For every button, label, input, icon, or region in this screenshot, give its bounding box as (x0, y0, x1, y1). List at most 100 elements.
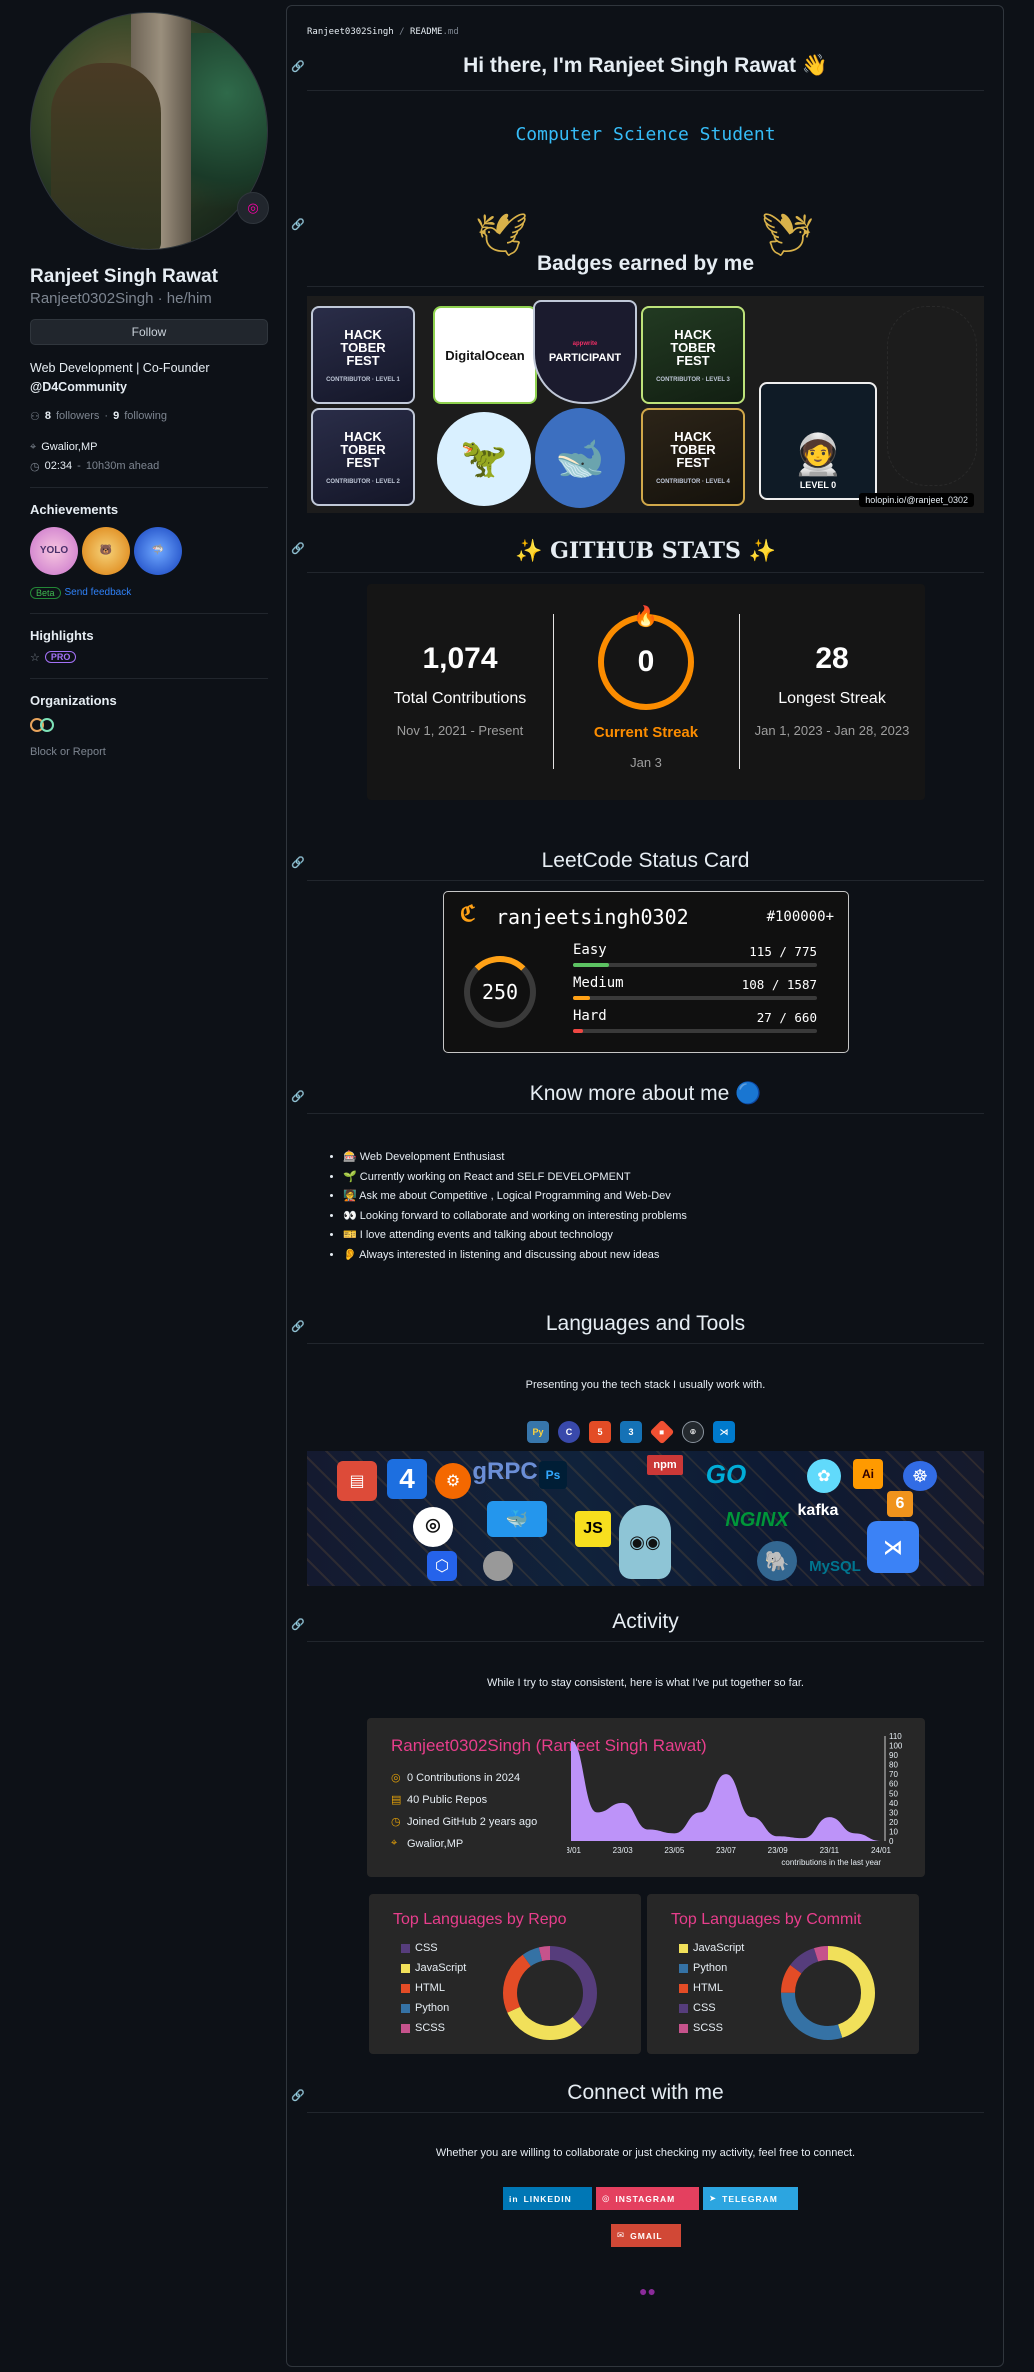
link-icon[interactable]: 🔗 (291, 2089, 305, 2102)
badge-hacktoberfest-2[interactable]: HACK TOBER FEST CONTRIBUTOR · LEVEL 2 (311, 408, 415, 506)
beta-feedback: Beta Send feedback (30, 586, 270, 599)
legend-swatch (679, 1963, 688, 1973)
telegram-button[interactable]: ➤ TELEGRAM (703, 2187, 798, 2210)
followers-label[interactable]: followers (56, 410, 99, 422)
tool-logo: ▤ (337, 1461, 377, 1501)
gmail-icon: ✉ (617, 2230, 626, 2240)
current-streak-label: Current Streak (593, 724, 699, 741)
heading-divider (307, 2112, 984, 2113)
gmail-button[interactable]: ✉ GMAIL (611, 2224, 681, 2247)
following-count[interactable]: 9 (113, 410, 119, 422)
following-label[interactable]: following (124, 410, 167, 422)
hard-progress-fill (573, 1029, 583, 1033)
github-stats-title: GITHUB STATS (550, 538, 741, 564)
legend-swatch (679, 2023, 688, 2033)
instagram-button[interactable]: ◎ INSTAGRAM (596, 2187, 699, 2210)
link-icon[interactable]: 🔗 (291, 1090, 305, 1103)
github-streak-card[interactable]: 1,074 Total Contributions Nov 1, 2021 - … (367, 584, 925, 800)
achievement-pull-shark-badge[interactable]: 🦈 (134, 526, 182, 575)
git-icon[interactable]: ◆ (649, 1419, 675, 1445)
list-item: 🌱 Currently working on React and SELF DE… (343, 1168, 687, 1188)
link-icon[interactable]: 🔗 (291, 60, 305, 73)
badge-dino[interactable]: 🦖 (437, 412, 531, 506)
readme-breadcrumb: Ranjeet0302Singh / README.md (307, 27, 459, 37)
badge-digitalocean[interactable]: DigitalOcean (433, 306, 537, 404)
follow-button[interactable]: Follow (30, 319, 268, 345)
badge-level-0[interactable]: 🧑‍🚀 LEVEL 0 (759, 382, 877, 500)
badge-appwrite[interactable]: appwrite PARTICIPANT (533, 300, 637, 404)
tool-logo: JS (575, 1511, 611, 1547)
badge-sub: CONTRIBUTOR · LEVEL 2 (326, 478, 400, 485)
profile-name: Ranjeet Singh Rawat (30, 266, 218, 287)
tech-icons-row: Py C 5 3 ◆ ⌾ ⋊ (527, 1419, 735, 1445)
location-row: ⌖ Gwalior,MP (30, 441, 270, 454)
followers-count[interactable]: 8 (45, 410, 51, 422)
linkedin-button[interactable]: in LINKEDIN (503, 2187, 592, 2210)
breadcrumb-owner[interactable]: Ranjeet0302Singh (307, 27, 394, 37)
badge-title: HACK TOBER FEST (670, 428, 716, 470)
leetcode-heading: LeetCode Status Card (541, 849, 750, 872)
link-icon[interactable]: 🔗 (291, 1618, 305, 1631)
typing-text: Computer Science Student (515, 124, 776, 145)
badge-hacktoberfest-4[interactable]: HACK TOBER FEST CONTRIBUTOR · LEVEL 4 (641, 408, 745, 506)
github-icon[interactable]: ⌾ (682, 1421, 704, 1443)
organization-avatar[interactable] (30, 717, 56, 732)
linkedin-icon: in (509, 2193, 519, 2204)
heading-divider (307, 286, 984, 287)
link-icon[interactable]: 🔗 (291, 1320, 305, 1333)
list-item: 🎰 Web Development Enthusiast (343, 1148, 687, 1168)
company-link[interactable]: @D4Community (30, 380, 127, 394)
github-profile-summary-card[interactable]: Ranjeet0302Singh (Ranjeet Singh Rawat) ◎… (367, 1718, 925, 1877)
y-tick-label: 50 (889, 1789, 898, 1798)
legend-label: Python (693, 1962, 728, 1974)
top-langs-repo-title: Top Languages by Repo (393, 1911, 567, 1928)
html5-icon[interactable]: 5 (589, 1421, 611, 1443)
legend-swatch (401, 1983, 410, 1993)
python-icon[interactable]: Py (527, 1421, 549, 1443)
location-pin-icon: ⌖ (391, 1837, 398, 1849)
top-languages-by-repo-card[interactable]: Top Languages by Repo CSS JavaScript HTML P… (369, 1894, 641, 2054)
c-icon[interactable]: C (558, 1421, 580, 1443)
highlights-title: Highlights (30, 627, 94, 643)
profile-bio: Web Development | Co-Founder @D4Communit… (30, 359, 270, 398)
beta-label: Beta (30, 586, 61, 599)
legend-item: Python (401, 2002, 449, 2014)
achievement-quickdraw-badge[interactable]: 🐻 (82, 526, 130, 575)
leetcode-card[interactable]: ℭ ranjeetsingh0302 #100000+ 250 Easy 115… (443, 891, 849, 1053)
holopin-badges-board[interactable]: HACK TOBER FEST CONTRIBUTOR · LEVEL 1 Dig… (307, 296, 984, 513)
heading-divider (307, 572, 984, 573)
status-emoji-icon[interactable]: ◎ (237, 192, 269, 224)
legend-item: CSS (401, 1942, 438, 1954)
divider (30, 486, 268, 488)
location-pin-icon: ⌖ (30, 440, 37, 453)
y-tick-label: 80 (889, 1761, 898, 1770)
badge-hacktoberfest-1[interactable]: HACK TOBER FEST CONTRIBUTOR · LEVEL 1 (311, 306, 415, 404)
avatar[interactable] (30, 12, 268, 250)
send-feedback-link[interactable]: Send feedback (65, 587, 132, 598)
link-icon[interactable]: 🔗 (291, 218, 305, 231)
legend-swatch (679, 1983, 688, 1993)
tool-logo: GO (705, 1458, 747, 1489)
tool-logo: 🐘 (757, 1541, 797, 1581)
profile-sidebar: ◎ Ranjeet Singh Rawat Ranjeet0302Singh ·… (30, 12, 270, 758)
link-icon[interactable]: 🔗 (291, 856, 305, 869)
heading-divider (307, 880, 984, 881)
block-report-link[interactable]: Block or Report (30, 746, 270, 758)
x-tick-label: 23/05 (664, 1846, 685, 1855)
holopin-link[interactable]: holopin.io/@ranjeet_0302 (859, 493, 974, 507)
link-icon[interactable]: 🔗 (291, 542, 305, 555)
top-languages-by-commit-card[interactable]: Top Languages by Commit JavaScript Python… (647, 1894, 919, 2054)
vscode-icon[interactable]: ⋊ (713, 1421, 735, 1443)
achievement-yolo-badge[interactable]: YOLO (30, 526, 78, 575)
star-icon: ☆ (30, 651, 40, 664)
heading-divider (307, 1113, 984, 1114)
css3-icon[interactable]: 3 (620, 1421, 642, 1443)
contributions-item: ◎ 0 Contributions in 2024 (391, 1771, 520, 1785)
badge-docker-wave[interactable]: 🐋 (535, 408, 625, 508)
achievements-title[interactable]: Achievements (30, 502, 270, 517)
sparkles-icon: ✨ (514, 538, 543, 564)
medium-value: 108 / 1587 (741, 977, 817, 992)
easy-progress-bar (573, 963, 817, 967)
joined-item: ◷ Joined GitHub 2 years ago (391, 1815, 537, 1829)
badge-hacktoberfest-3[interactable]: HACK TOBER FEST CONTRIBUTOR · LEVEL 3 (641, 306, 745, 404)
